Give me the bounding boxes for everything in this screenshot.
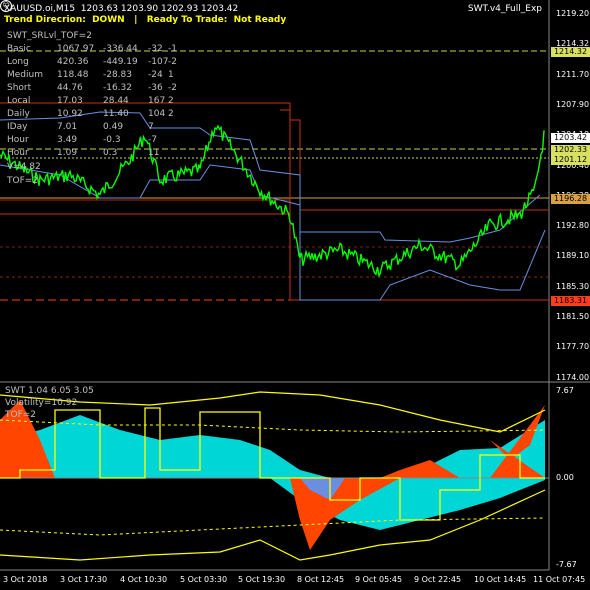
stats-cell: 118.48 xyxy=(57,70,89,80)
stats-cell: Long xyxy=(7,57,29,67)
time-tick: 8 Oct 12:45 xyxy=(297,575,345,584)
time-tick: 9 Oct 05:45 xyxy=(355,575,403,584)
trend-status: Trend Direcrion: DOWN | Ready To Trade: … xyxy=(4,15,287,25)
price-line xyxy=(0,124,545,278)
price-level-box: 1202.33 xyxy=(551,145,590,155)
stats-cell: -336.44 xyxy=(103,44,138,54)
stats-cell: 11 xyxy=(148,148,160,158)
price-level-box: 1214.32 xyxy=(551,47,590,57)
stats-cell: 104 xyxy=(148,109,166,119)
stats-cell: -16.32 xyxy=(103,83,133,93)
tof-value: TOF=2 xyxy=(7,176,39,186)
stats-cell: Basic xyxy=(7,44,31,54)
price-level-box: 1183.31 xyxy=(551,296,590,306)
time-tick: 11 Oct 07:45 xyxy=(533,575,586,584)
stats-cell: -1 xyxy=(168,44,177,54)
stats-cell: Hour xyxy=(7,135,29,145)
stats-cell: -7 xyxy=(148,135,157,145)
chart-canvas[interactable] xyxy=(0,0,590,590)
volatility-label: Volatility=10.92 xyxy=(5,398,78,408)
lower-channel xyxy=(0,164,546,301)
price-level-box: 1201.12 xyxy=(551,155,590,165)
stats-cell: 28.44 xyxy=(103,96,129,106)
stats-cell: Local xyxy=(7,96,31,106)
ind-tick-top: 7.67 xyxy=(556,386,574,395)
price-tick: 1211.70 xyxy=(556,69,590,79)
symbol-header: XAUUSD.oi,M15 1203.63 1203.90 1202.93 12… xyxy=(4,4,239,14)
price-level-box: 1203.42 xyxy=(551,133,590,143)
support-bracket xyxy=(280,109,549,301)
time-tick: 3 Oct 2018 xyxy=(3,575,48,584)
stats-cell: 7.01 xyxy=(57,122,78,132)
stats-cell: IDay xyxy=(7,122,28,132)
indicator-title: SWT 1.04 6.05 3.05 xyxy=(5,386,94,396)
stats-cell: 1067.97 xyxy=(57,44,95,54)
time-tick: 9 Oct 22:45 xyxy=(414,575,462,584)
time-tick: 5 Oct 19:30 xyxy=(238,575,286,584)
stats-cell: -28.83 xyxy=(103,70,133,80)
ind-tick-zero: 0.00 xyxy=(556,473,574,482)
price-tick: 1192.80 xyxy=(556,221,590,231)
price-tick: 1174.00 xyxy=(556,372,590,382)
stats-cell: 11.40 xyxy=(103,109,129,119)
stats-cell: -0.3 xyxy=(103,135,121,145)
stats-cell: 17.03 xyxy=(57,96,83,106)
time-tick: 3 Oct 17:30 xyxy=(60,575,108,584)
stats-cell: 2 xyxy=(168,96,174,106)
stats-cell: -24 xyxy=(148,70,163,80)
price-level-box: 1196.28 xyxy=(551,194,590,204)
stats-cell: Short xyxy=(7,83,32,93)
indicator-tof: TOF=2 xyxy=(5,410,37,420)
cyan-area-lower xyxy=(0,478,545,530)
stats-cell: 420.36 xyxy=(57,57,89,67)
stats-cell: 1 xyxy=(168,70,174,80)
time-tick: 4 Oct 10:30 xyxy=(120,575,168,584)
price-tick: 1185.30 xyxy=(556,281,590,291)
stats-cell: 167 xyxy=(148,96,166,106)
expert-name[interactable]: SWT.v4_Full_Exp xyxy=(468,4,542,14)
stats-cell: 0.49 xyxy=(103,122,124,132)
stats-cell: 7 xyxy=(148,122,154,132)
stats-cell: Daily xyxy=(7,109,30,119)
price-tick: 1181.50 xyxy=(556,312,590,321)
stats-cell: 10.92 xyxy=(57,109,83,119)
stats-cell: 1.09 xyxy=(57,148,78,158)
price-tick: 1219.20 xyxy=(556,9,590,18)
stats-cell: -107 xyxy=(148,57,169,67)
upper-channel xyxy=(0,111,541,243)
time-tick: 10 Oct 14:45 xyxy=(474,575,527,584)
ind-tick-bottom: -7.67 xyxy=(556,560,577,569)
indicator-bands xyxy=(0,400,545,550)
stats-cell: -2 xyxy=(168,57,177,67)
stats-cell: -36 xyxy=(148,83,163,93)
stats-cell: 0.3 xyxy=(103,148,118,158)
stats-cell: 3.49 xyxy=(57,135,78,145)
stats-cell: Medium xyxy=(7,70,43,80)
resistance-bracket xyxy=(0,102,549,211)
sr-level-label: SWT_SRLvl_TOF=2 xyxy=(7,31,92,41)
stats-cell: -32 xyxy=(148,44,163,54)
time-tick: 5 Oct 03:30 xyxy=(180,575,228,584)
stats-cell: 2 xyxy=(168,109,174,119)
stats-cell: -449.19 xyxy=(103,57,138,67)
stats-cell: 44.76 xyxy=(57,83,83,93)
price-tick: 1189.10 xyxy=(556,251,590,261)
price-tick: 1207.90 xyxy=(556,99,590,109)
stats-cell: -2 xyxy=(168,83,177,93)
price-tick: 1177.70 xyxy=(556,342,590,352)
v-value: V=4.82 xyxy=(7,162,41,172)
stats-cell: Hour xyxy=(7,148,29,158)
